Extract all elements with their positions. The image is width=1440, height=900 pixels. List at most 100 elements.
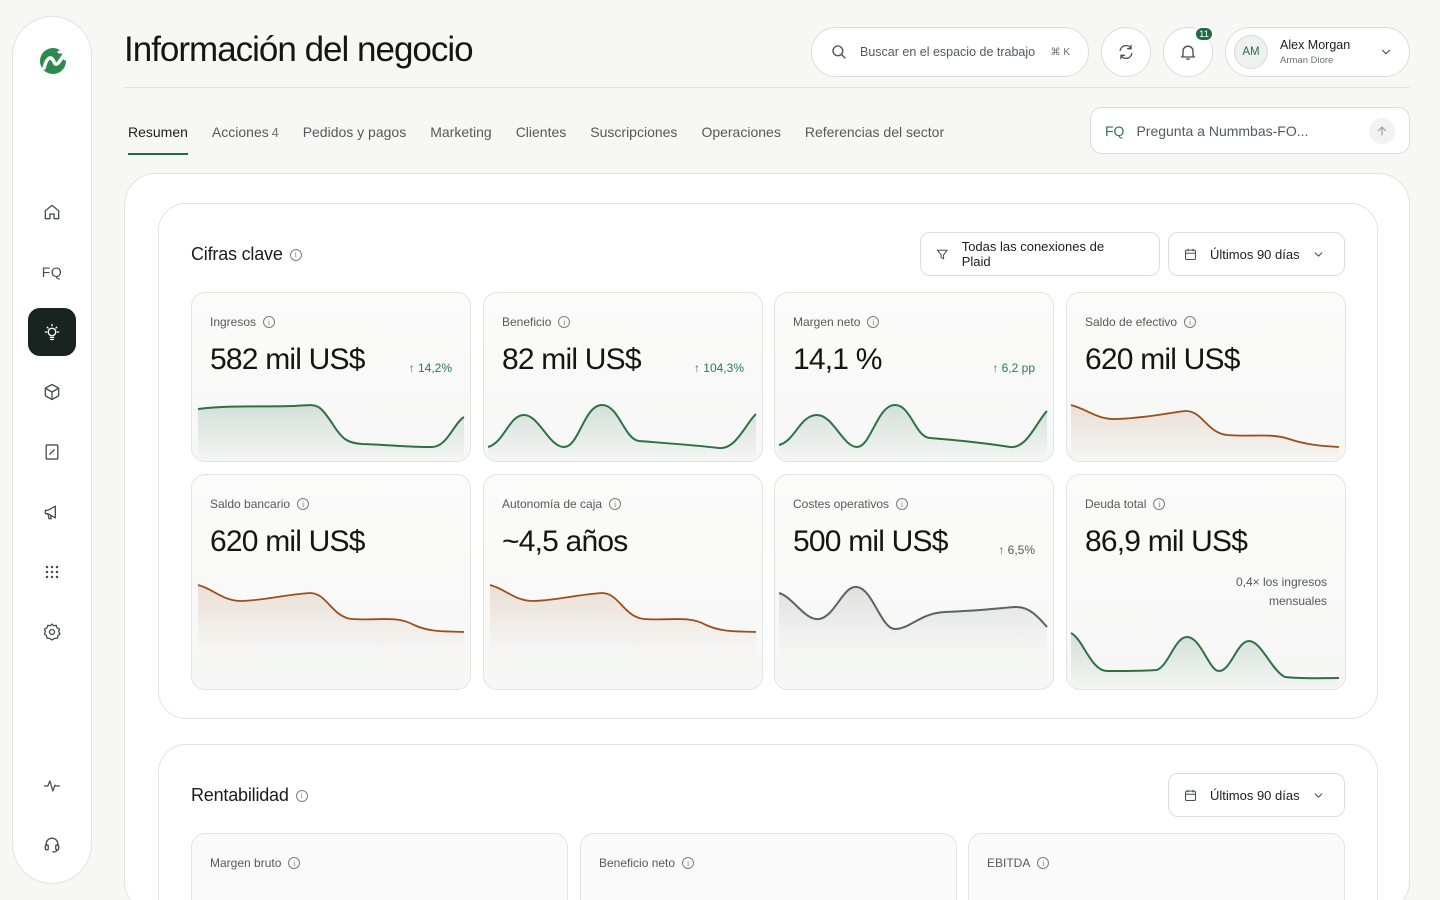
section-title: Cifras clave i	[191, 244, 302, 265]
user-name: Alex Morgan	[1280, 38, 1351, 52]
gear-icon	[43, 623, 61, 641]
metric-card-deuda-total[interactable]: Deuda total i 86,9 mil US$ 0,4× los ingre…	[1066, 474, 1346, 690]
search-input[interactable]: Buscar en el espacio de trabajo ⌘ K	[811, 27, 1089, 77]
metric-card-ebitda[interactable]: EBITDA i	[968, 833, 1345, 900]
plaid-filter-button[interactable]: Todas las conexiones de Plaid	[920, 232, 1160, 276]
sidebar-item-fq[interactable]: FQ	[28, 248, 76, 296]
info-icon[interactable]: i	[1184, 316, 1197, 328]
metric-value: 582 mil US$	[210, 343, 365, 376]
metric-value: 82 mil US$	[502, 343, 642, 376]
ask-placeholder: Pregunta a Nummbas-FO...	[1136, 122, 1309, 139]
tab-resumen[interactable]: Resumen	[128, 124, 188, 156]
sidebar-item-reports[interactable]	[28, 428, 76, 476]
metric-value: 500 mil US$	[793, 525, 948, 558]
metric-card-costes-operativos[interactable]: Costes operativos i 500 mil US$ ↑ 6,5%	[774, 474, 1054, 690]
key-figures-section: Cifras clave i Todas las conexiones de Pl…	[158, 203, 1378, 719]
profitability-section: Rentabilidad i Últimos 90 días Margen bru…	[158, 744, 1378, 900]
metric-card-saldo-bancario[interactable]: Saldo bancario i 620 mil US$	[191, 474, 471, 690]
info-icon[interactable]: i	[263, 316, 276, 328]
sidebar-item-support[interactable]	[28, 820, 76, 868]
sparkline-chart	[1070, 632, 1340, 689]
sparkline-chart	[197, 584, 465, 657]
chevron-down-icon	[1381, 49, 1391, 55]
refresh-icon	[1119, 44, 1133, 60]
tab-acciones[interactable]: Acciones 4	[212, 124, 279, 156]
header-divider	[124, 87, 1410, 88]
grid-icon	[45, 565, 59, 579]
info-icon[interactable]: i	[1037, 857, 1050, 869]
bell-icon	[1181, 45, 1195, 60]
metric-card-beneficio[interactable]: Beneficio i 82 mil US$ ↑ 104,3%	[483, 292, 763, 462]
info-icon[interactable]: i	[867, 316, 880, 328]
sidebar-item-marketing[interactable]	[28, 488, 76, 536]
metric-card-margen-bruto[interactable]: Margen bruto i	[191, 833, 568, 900]
user-org: Arman Diore	[1280, 55, 1334, 66]
info-icon[interactable]: i	[289, 248, 302, 261]
fq-icon: FQ	[41, 264, 63, 280]
tab-pedidos-y-pagos[interactable]: Pedidos y pagos	[303, 124, 407, 156]
sparkline-chart	[489, 584, 757, 657]
tab-marketing[interactable]: Marketing	[430, 124, 491, 156]
avatar: AM	[1234, 35, 1268, 69]
tab-clientes[interactable]: Clientes	[516, 124, 567, 156]
home-icon	[44, 204, 60, 220]
info-icon[interactable]: i	[1153, 498, 1166, 510]
metric-card-autonomia-de-caja[interactable]: Autonomía de caja i ~4,5 años	[483, 474, 763, 690]
chevron-down-icon	[1314, 251, 1322, 257]
user-info: Alex Morgan Arman Diore	[1280, 38, 1350, 66]
sparkline-chart	[487, 403, 757, 461]
sidebar-item-settings[interactable]	[28, 608, 76, 656]
metric-card-saldo-de-efectivo[interactable]: Saldo de efectivo i 620 mil US$	[1066, 292, 1346, 462]
app-logo[interactable]	[35, 43, 71, 79]
chevron-down-icon	[1314, 792, 1322, 798]
metric-card-ingresos[interactable]: Ingresos i 582 mil US$ ↑ 14,2%	[191, 292, 471, 462]
metric-value: 620 mil US$	[210, 525, 365, 558]
tab-count: 4	[271, 126, 279, 140]
sidebar-item-products[interactable]	[28, 368, 76, 416]
tab-suscripciones[interactable]: Suscripciones	[590, 124, 677, 156]
info-icon[interactable]: i	[295, 789, 308, 802]
info-icon[interactable]: i	[288, 857, 301, 869]
search-icon	[832, 45, 846, 59]
sparkline-chart	[778, 403, 1048, 461]
sidebar-item-activity[interactable]	[28, 762, 76, 810]
metric-card-beneficio-neto[interactable]: Beneficio neto i	[580, 833, 957, 900]
send-button[interactable]	[1369, 117, 1395, 144]
search-shortcut: ⌘ K	[1050, 46, 1070, 58]
main-panel: Cifras clave i Todas las conexiones de Pl…	[124, 173, 1410, 900]
tab-operaciones[interactable]: Operaciones	[701, 124, 780, 156]
period-select[interactable]: Últimos 90 días	[1168, 773, 1345, 817]
calendar-icon	[1184, 789, 1197, 801]
section-title: Rentabilidad i	[191, 785, 308, 806]
calendar-icon	[1184, 248, 1197, 260]
sidebar: FQ	[12, 16, 92, 884]
sidebar-item-home[interactable]	[28, 188, 76, 236]
metric-card-margen-neto[interactable]: Margen neto i 14,1 % ↑ 6,2 pp	[774, 292, 1054, 462]
sidebar-item-apps[interactable]	[28, 548, 76, 596]
sparkline-chart	[778, 586, 1048, 657]
user-menu[interactable]: AM Alex Morgan Arman Diore	[1225, 27, 1410, 77]
megaphone-icon	[44, 505, 56, 520]
info-icon[interactable]: i	[682, 857, 695, 869]
info-icon[interactable]: i	[297, 498, 310, 510]
info-icon[interactable]: i	[896, 498, 909, 510]
report-icon	[45, 444, 59, 460]
lightbulb-icon	[44, 323, 60, 341]
pulse-icon	[43, 780, 61, 792]
info-icon[interactable]: i	[558, 316, 571, 328]
headset-icon	[44, 837, 60, 853]
info-icon[interactable]: i	[609, 498, 622, 510]
fq-icon: FQ	[1105, 122, 1125, 139]
ask-assistant-input[interactable]: FQ Pregunta a Nummbas-FO...	[1090, 107, 1410, 154]
tab-referencias-del-sector[interactable]: Referencias del sector	[805, 124, 944, 156]
filter-icon	[936, 249, 948, 259]
search-placeholder: Buscar en el espacio de trabajo	[860, 45, 1036, 59]
sidebar-item-insights[interactable]	[28, 308, 76, 356]
sparkline-chart	[197, 404, 465, 461]
refresh-button[interactable]	[1101, 27, 1151, 77]
cube-icon	[44, 383, 60, 401]
metric-value: 14,1 %	[793, 343, 882, 376]
arrow-up-icon	[1377, 125, 1387, 136]
period-select[interactable]: Últimos 90 días	[1168, 232, 1345, 276]
notifications-button[interactable]: 11	[1163, 26, 1214, 77]
